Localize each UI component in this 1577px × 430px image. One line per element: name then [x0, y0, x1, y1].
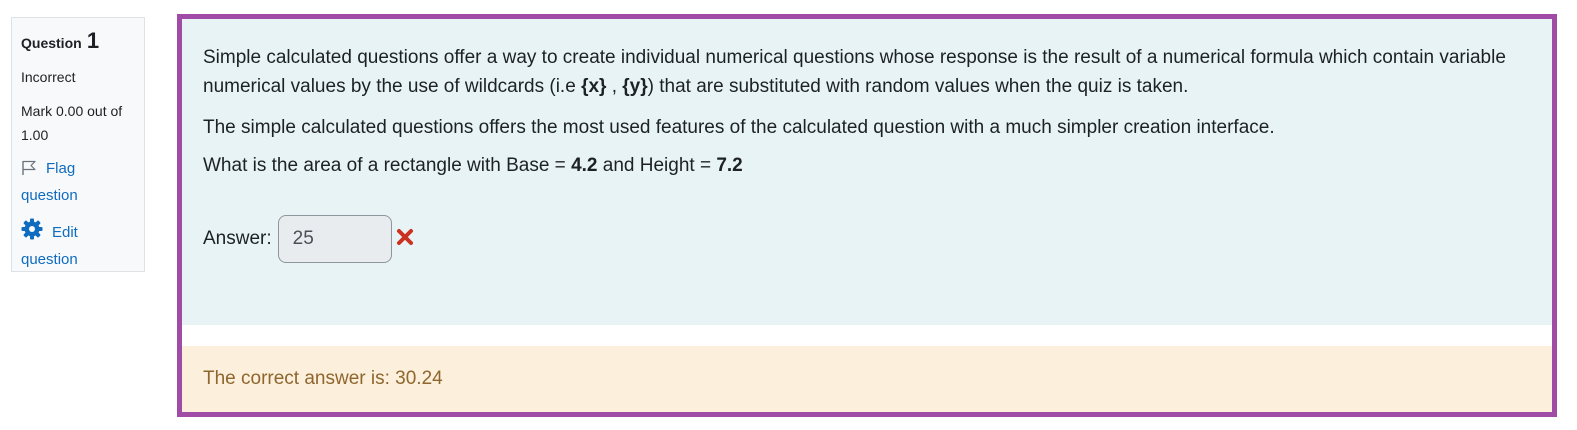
prompt-text-b: and Height = — [597, 155, 717, 176]
edit-question-link[interactable]: Edit question — [21, 218, 135, 272]
question-formulation: Simple calculated questions offer a way … — [182, 19, 1552, 325]
flag-question-link[interactable]: Flag question — [21, 157, 135, 208]
question-prompt: What is the area of a rectangle with Bas… — [203, 151, 1512, 180]
flag-question-label-1: Flag — [46, 160, 76, 177]
height-value: 7.2 — [716, 155, 743, 176]
question-info-panel: Question 1 Incorrect Mark 0.00 out of 1.… — [11, 17, 145, 272]
question-number-heading: Question 1 — [21, 28, 135, 58]
question-number: 1 — [86, 28, 100, 53]
answer-row: Answer: — [203, 215, 414, 263]
wildcard-x: {x} — [581, 76, 607, 97]
wildcard-y: {y} — [622, 76, 648, 97]
edit-question-label-1: Edit — [52, 224, 78, 241]
question-state: Incorrect — [21, 69, 76, 85]
wildcard-separator: , — [606, 76, 623, 97]
question-text-intro: Simple calculated questions offer a way … — [203, 43, 1512, 101]
question-label: Question — [21, 35, 82, 51]
feedback-outcome: The correct answer is: 30.24 — [182, 346, 1552, 412]
question-text-features: The simple calculated questions offers t… — [203, 117, 1275, 138]
cross-icon — [396, 228, 414, 251]
flag-icon — [21, 160, 37, 184]
answer-label: Answer: — [203, 228, 272, 249]
prompt-text-a: What is the area of a rectangle with Bas… — [203, 155, 572, 176]
intro-text-b: ) that are substituted with random value… — [647, 76, 1189, 97]
edit-question-label-2: question — [21, 251, 78, 268]
base-value: 4.2 — [571, 155, 598, 176]
question-grade: Mark 0.00 out of 1.00 — [21, 103, 123, 143]
answer-input[interactable] — [277, 215, 392, 263]
gear-icon — [21, 218, 43, 248]
question-content: Simple calculated questions offer a way … — [177, 14, 1557, 417]
flag-question-label-2: question — [21, 187, 78, 204]
correct-answer-text: The correct answer is: 30.24 — [203, 368, 443, 389]
